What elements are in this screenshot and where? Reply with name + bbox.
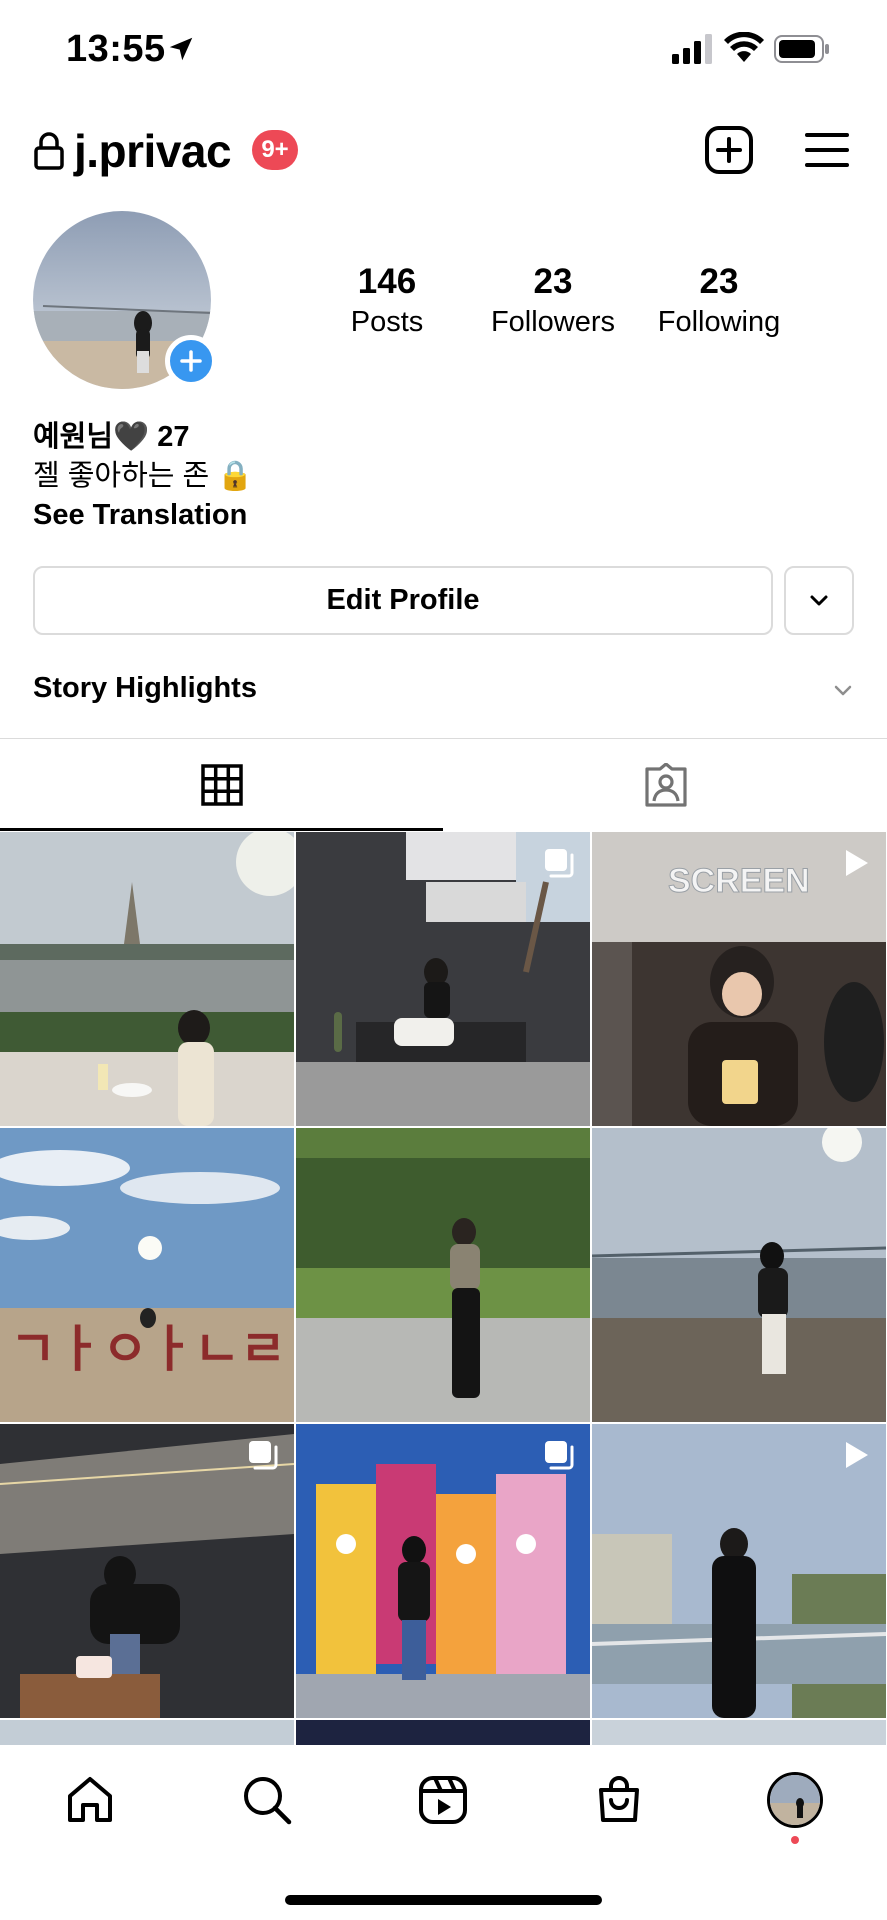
post-thumbnail[interactable]: SCREEN — [592, 832, 886, 1126]
add-story-button[interactable] — [165, 335, 217, 387]
posts-count: 146 — [357, 262, 417, 301]
nav-shop[interactable] — [589, 1770, 649, 1830]
post-thumbnail[interactable] — [0, 832, 294, 1126]
location-arrow-icon — [169, 37, 193, 61]
reel-icon — [846, 850, 868, 876]
svg-text:SCREEN: SCREEN — [668, 862, 810, 900]
home-icon — [68, 1777, 112, 1822]
edit-profile-button[interactable]: Edit Profile — [33, 566, 773, 635]
tab-posts-grid[interactable] — [0, 739, 443, 831]
grid-icon — [200, 764, 243, 806]
multiple-photos-icon — [545, 1441, 574, 1470]
following-stat[interactable]: 23 Following — [634, 262, 804, 339]
followers-count: 23 — [533, 262, 573, 301]
battery-icon — [774, 35, 829, 63]
bio-name: 예원님🖤 27 — [33, 421, 190, 453]
post-thumbnail[interactable] — [296, 832, 590, 1126]
profile-avatar[interactable] — [33, 211, 217, 389]
bottom-navigation — [0, 1745, 887, 1920]
lock-icon — [34, 132, 64, 170]
shop-icon — [599, 1776, 639, 1822]
svg-text:ㄱㅏㅇㅏㄴㄹㅣ: ㄱㅏㅇㅏㄴㄹㅣ — [10, 1320, 294, 1378]
status-time: 13:55 — [66, 28, 166, 70]
story-highlights-label: Story Highlights — [33, 672, 257, 704]
multiple-photos-icon — [545, 849, 574, 878]
profile-avatar — [767, 1772, 823, 1828]
home-indicator[interactable] — [285, 1895, 602, 1905]
nav-profile[interactable] — [765, 1770, 825, 1830]
nav-search[interactable] — [237, 1770, 297, 1830]
profile-tabs — [0, 739, 887, 831]
notification-badge[interactable]: 9+ — [252, 130, 298, 170]
plus-icon — [180, 350, 202, 372]
tagged-icon — [644, 763, 687, 807]
active-tab-indicator — [0, 828, 443, 831]
suggested-accounts-button[interactable] — [784, 566, 854, 635]
wifi-icon — [724, 32, 764, 62]
bio-description: 젤 좋아하는 존 🔒 — [33, 460, 254, 492]
post-thumbnail[interactable]: ㄱㅏㅇㅏㄴㄹㅣ — [0, 1128, 294, 1422]
new-post-icon[interactable] — [704, 125, 754, 175]
status-bar: 13:55 — [0, 0, 887, 100]
story-highlights-row[interactable]: Story Highlights — [33, 672, 854, 716]
profile-actions: Edit Profile — [33, 566, 854, 635]
see-translation-link[interactable]: See Translation — [33, 496, 253, 535]
username[interactable]: j.privac — [74, 124, 232, 178]
posts-label: Posts — [350, 306, 424, 338]
notification-dot — [791, 1836, 799, 1844]
post-thumbnail[interactable] — [0, 1424, 294, 1718]
posts-grid: SCREEN ㄱㅏㅇㅏㄴㄹㅣ — [0, 832, 887, 1752]
search-icon — [244, 1777, 292, 1825]
menu-icon[interactable] — [805, 130, 849, 170]
post-thumbnail[interactable] — [592, 1424, 886, 1718]
nav-reels[interactable] — [413, 1770, 473, 1830]
followers-label: Followers — [490, 306, 616, 338]
nav-home[interactable] — [60, 1770, 120, 1830]
following-count: 23 — [699, 262, 739, 301]
post-thumbnail[interactable] — [592, 1128, 886, 1422]
multiple-photos-icon — [249, 1441, 278, 1470]
chevron-down-icon — [810, 595, 828, 605]
tab-tagged[interactable] — [444, 739, 887, 831]
reel-icon — [846, 1442, 868, 1468]
following-label: Following — [657, 306, 781, 338]
post-thumbnail[interactable] — [296, 1424, 590, 1718]
reels-icon — [419, 1776, 467, 1824]
profile-bio: 예원님🖤 27 젤 좋아하는 존 🔒 See Translation — [33, 418, 253, 535]
chevron-down-icon — [834, 685, 852, 696]
followers-stat[interactable]: 23 Followers — [468, 262, 638, 339]
posts-stat[interactable]: 146 Posts — [302, 262, 472, 339]
profile-header: j.privac 9+ — [0, 120, 887, 180]
cellular-signal-icon — [672, 34, 712, 64]
post-thumbnail[interactable] — [296, 1128, 590, 1422]
